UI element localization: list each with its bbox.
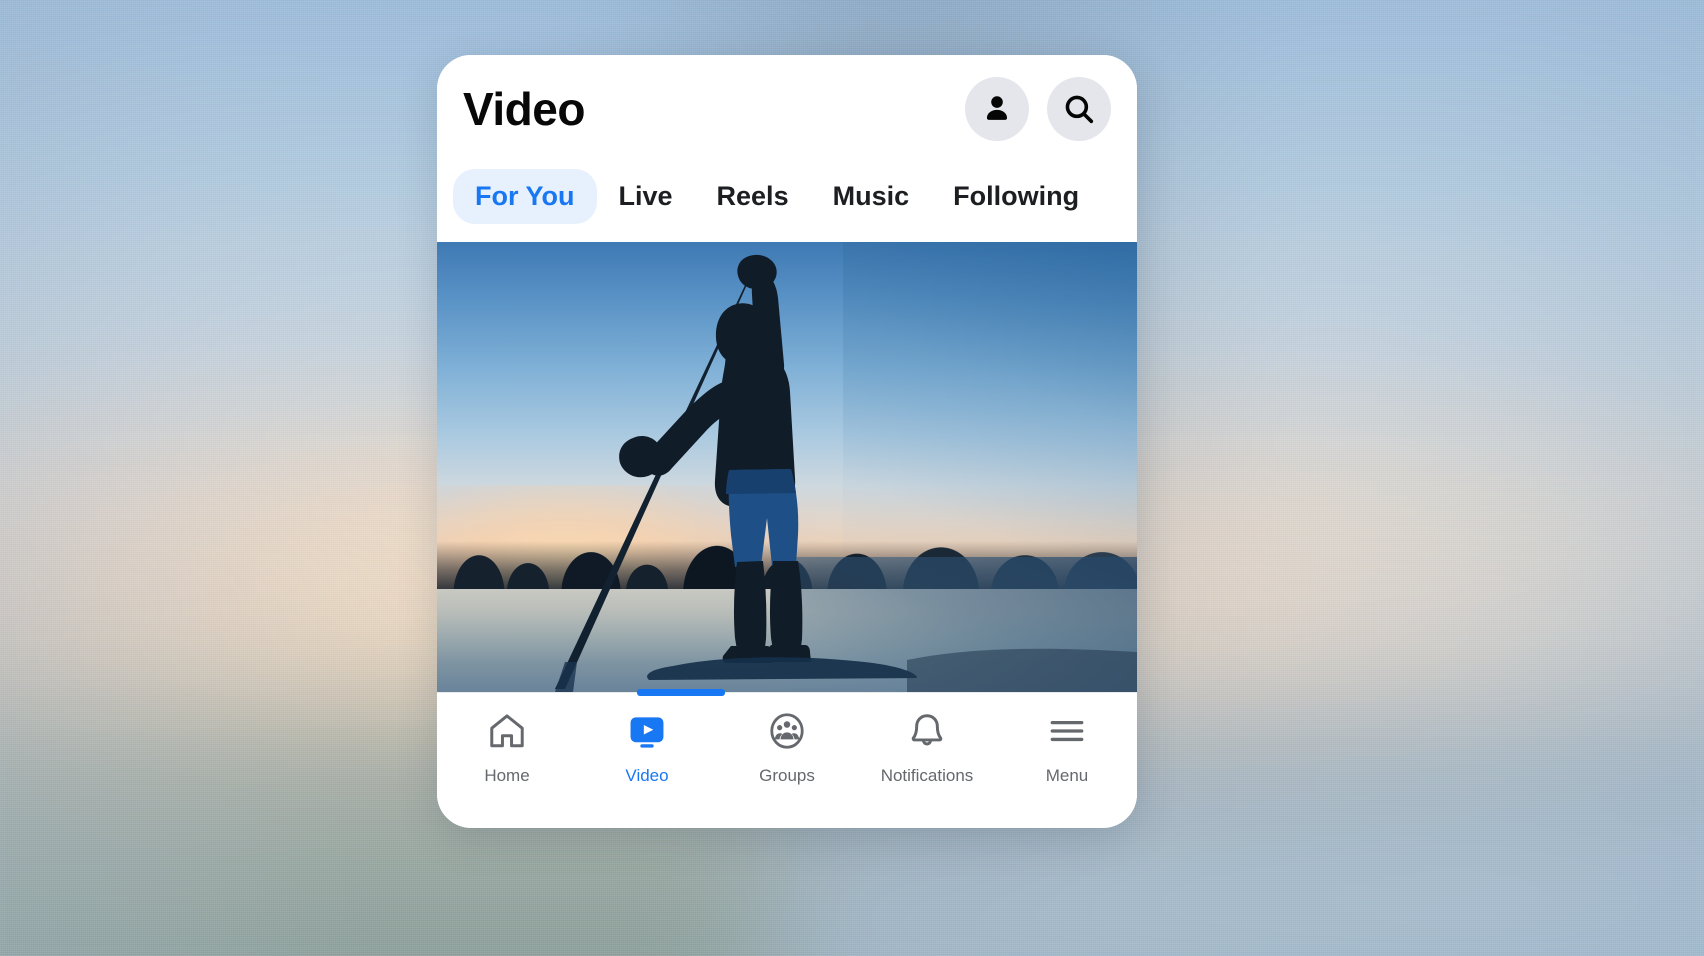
tab-following[interactable]: Following <box>931 169 1101 224</box>
nav-label-menu: Menu <box>1045 766 1089 785</box>
app-header: Video <box>437 55 1137 163</box>
paddleboarder-silhouette <box>555 254 1137 692</box>
hamburger-menu-icon <box>1046 709 1088 753</box>
active-tab-indicator <box>637 689 725 696</box>
video-app-card: Video For You Live Reels Music Following… <box>437 55 1137 828</box>
nav-item-menu[interactable]: Menu <box>997 709 1137 786</box>
search-icon <box>1061 91 1097 127</box>
tab-music[interactable]: Music <box>811 169 932 224</box>
nav-label-groups: Groups <box>759 766 815 785</box>
bottom-navigation-bar: Home Video Groups Notifications Menu <box>437 689 1137 815</box>
nav-item-groups[interactable]: Groups <box>717 709 857 786</box>
nav-item-home[interactable]: Home <box>437 709 577 786</box>
nav-label-notifications: Notifications <box>880 766 974 785</box>
header-actions <box>965 77 1111 141</box>
nav-label-home: Home <box>484 766 530 785</box>
video-play-icon <box>626 709 668 753</box>
groups-icon <box>766 709 808 753</box>
tab-reels[interactable]: Reels <box>695 169 811 224</box>
nav-label-video: Video <box>625 766 669 785</box>
tab-live[interactable]: Live <box>597 169 695 224</box>
profile-avatar-button[interactable] <box>965 77 1029 141</box>
tab-for-you[interactable]: For You <box>453 169 597 224</box>
nav-item-notifications[interactable]: Notifications <box>857 709 997 786</box>
video-player[interactable] <box>437 242 1137 692</box>
search-button[interactable] <box>1047 77 1111 141</box>
page-title: Video <box>463 83 585 135</box>
person-icon <box>980 92 1014 126</box>
category-tabs: For You Live Reels Music Following <box>437 163 1137 242</box>
nav-item-video[interactable]: Video <box>577 709 717 786</box>
home-icon <box>486 709 528 753</box>
bell-icon <box>906 709 948 753</box>
